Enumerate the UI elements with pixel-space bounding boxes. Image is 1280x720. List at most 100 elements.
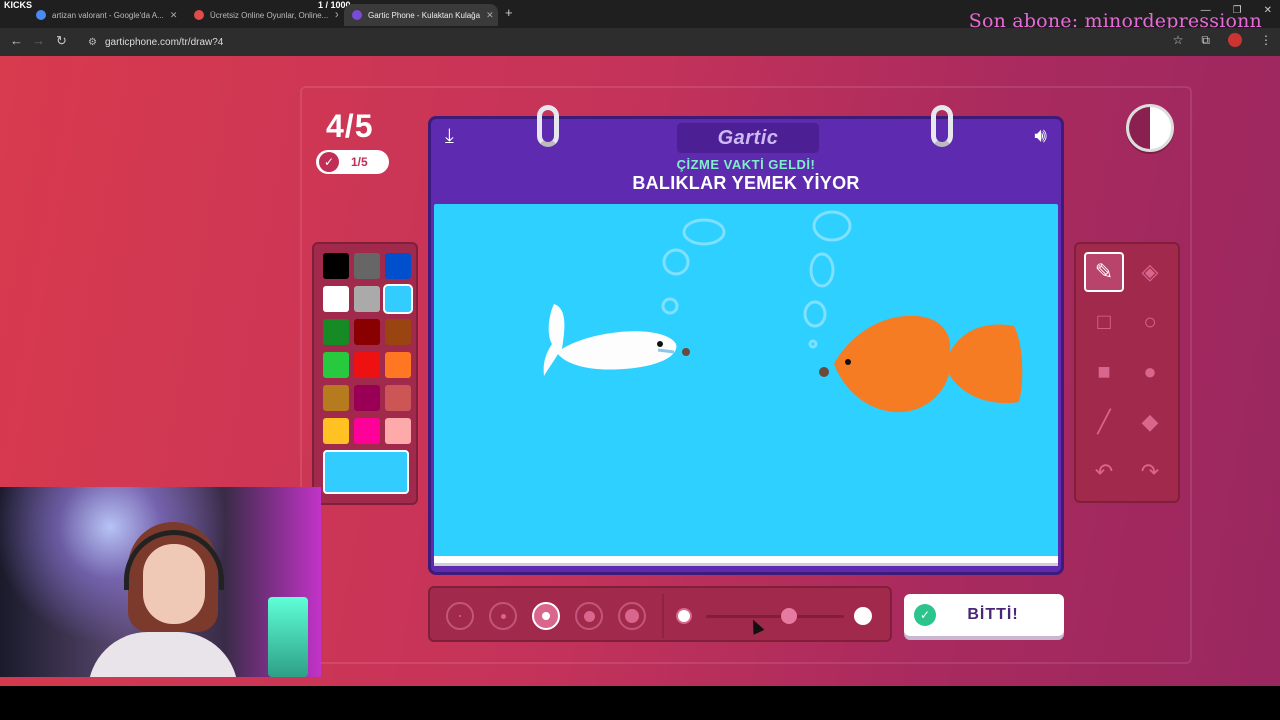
window-controls: — ❐ ✕ <box>1201 5 1272 16</box>
color-swatch[interactable] <box>323 352 349 378</box>
color-swatch[interactable] <box>323 253 349 279</box>
new-tab-icon[interactable]: + <box>505 5 513 20</box>
brush-size-option[interactable] <box>446 602 474 630</box>
close-icon[interactable]: ✕ <box>334 10 338 21</box>
ready-players-badge: ✓ 1/5 <box>316 150 389 174</box>
rectangle-filled-tool-button[interactable]: ■ <box>1084 352 1124 392</box>
pen-icon: ✎ <box>1094 259 1114 284</box>
tab-online-games[interactable]: Ücretsiz Online Oyunlar, Online... ✕ <box>186 4 338 26</box>
close-icon[interactable]: ✕ <box>170 10 178 21</box>
color-swatch[interactable] <box>383 284 413 314</box>
color-swatch[interactable] <box>323 418 349 444</box>
opacity-slider-handle[interactable] <box>780 608 797 624</box>
brush-size-option[interactable] <box>489 602 517 630</box>
timer-elapsed <box>1129 107 1150 149</box>
tab-gartic-phone[interactable]: Gartic Phone - Kulaktan Kulağa ✕ <box>344 4 498 26</box>
url-text: garticphone.com/tr/draw?4 <box>104 36 224 48</box>
close-icon[interactable]: ✕ <box>486 10 494 21</box>
tools-panel: ✎ ◈ □ ○ ■ ● ╱ ◆ ↶ ↷ <box>1074 242 1180 503</box>
check-icon: ✓ <box>319 152 339 172</box>
color-swatch[interactable] <box>385 385 411 411</box>
brush-size-option[interactable] <box>618 602 646 630</box>
webcam-lamp <box>268 597 308 677</box>
download-icon[interactable]: ⤓ <box>445 125 454 148</box>
opacity-min-icon <box>676 608 692 624</box>
profile-avatar[interactable] <box>1228 33 1242 47</box>
fill-bucket-tool-button[interactable]: ◆ <box>1130 402 1170 442</box>
browser-tab-bar: KICKS 1 / 1000 artizan valorant - Google… <box>0 0 1280 32</box>
redo-icon: ↷ <box>1140 459 1160 484</box>
color-swatch[interactable] <box>354 253 380 279</box>
restore-icon[interactable]: ❐ <box>1233 5 1242 16</box>
tab-label: Ücretsiz Online Oyunlar, Online... <box>210 10 329 20</box>
prompt-label: ÇİZME VAKTİ GELDİ! <box>676 157 816 172</box>
brush-controls <box>428 586 892 642</box>
eraser-icon: ◈ <box>1141 259 1159 284</box>
line-tool-button[interactable]: ╱ <box>1084 402 1124 442</box>
brush-dot-icon <box>459 615 461 617</box>
circle-outline-icon: ○ <box>1143 309 1157 334</box>
reload-icon[interactable]: ↻ <box>56 33 67 49</box>
minimize-icon[interactable]: — <box>1201 5 1211 16</box>
opacity-slider-track[interactable] <box>706 615 844 618</box>
undo-tool-button[interactable]: ↶ <box>1084 452 1124 492</box>
pen-tool-button[interactable]: ✎ <box>1084 252 1124 292</box>
color-swatch[interactable] <box>354 319 380 345</box>
tab-label: artizan valorant - Google'da A... <box>52 10 164 20</box>
close-window-icon[interactable]: ✕ <box>1264 5 1272 16</box>
site-info-icon[interactable]: ⚙ <box>88 37 97 48</box>
timer-clock <box>1126 104 1174 152</box>
divider <box>662 594 664 638</box>
webcam-overlay <box>0 487 321 677</box>
undo-icon: ↶ <box>1094 459 1114 484</box>
bookmark-star-icon[interactable]: ☆ <box>1173 33 1184 48</box>
brush-dot-icon <box>500 613 506 619</box>
binder-ring <box>931 105 953 147</box>
canvas-drawing <box>543 210 1023 413</box>
brush-dot-icon <box>625 609 639 623</box>
extensions-icon[interactable]: ⧉ <box>1201 33 1210 48</box>
brush-size-option[interactable] <box>575 602 603 630</box>
address-bar[interactable]: ⚙ garticphone.com/tr/draw?4 <box>80 31 1180 53</box>
google-favicon-icon <box>36 10 46 20</box>
rectangle-filled-icon: ■ <box>1097 359 1111 384</box>
volume-icon[interactable]: 🔊︎ <box>1034 125 1047 148</box>
color-swatch[interactable] <box>385 319 411 345</box>
color-swatch[interactable] <box>354 286 380 312</box>
rectangle-outline-tool-button[interactable]: □ <box>1084 302 1124 342</box>
color-swatch[interactable] <box>385 418 411 444</box>
current-color-preview <box>323 450 409 494</box>
color-swatch[interactable] <box>323 385 349 411</box>
redo-tool-button[interactable]: ↷ <box>1130 452 1170 492</box>
drawing-card: Gartic ⤓ 🔊︎ ÇİZME VAKTİ GELDİ! BALIKLAR … <box>428 105 1064 575</box>
color-swatch[interactable] <box>354 418 380 444</box>
color-swatch[interactable] <box>385 352 411 378</box>
round-counter: 4/5 <box>326 108 374 144</box>
circle-filled-tool-button[interactable]: ● <box>1130 352 1170 392</box>
color-swatch[interactable] <box>323 319 349 345</box>
line-icon: ╱ <box>1097 409 1111 434</box>
color-swatch[interactable] <box>354 385 380 411</box>
brush-dot-icon <box>542 612 550 620</box>
color-swatch[interactable] <box>323 286 349 312</box>
forward-icon[interactable]: → <box>32 33 45 48</box>
games-favicon-icon <box>194 10 204 20</box>
eraser-tool-button[interactable]: ◈ <box>1130 252 1170 292</box>
brush-size-option[interactable] <box>532 602 560 630</box>
brush-dot-icon <box>583 610 595 622</box>
streamer-figure <box>88 522 238 677</box>
done-button[interactable]: ✓ BİTTİ! <box>904 594 1064 636</box>
menu-kebab-icon[interactable]: ⋮ <box>1260 33 1272 48</box>
binder-ring <box>537 105 559 147</box>
done-button-label: BİTTİ! <box>967 606 1019 623</box>
color-swatch[interactable] <box>354 352 380 378</box>
drawing-canvas[interactable] <box>434 204 1058 558</box>
gartic-favicon-icon <box>352 10 362 20</box>
circle-outline-tool-button[interactable]: ○ <box>1130 302 1170 342</box>
bottom-strip <box>0 686 1280 720</box>
color-swatch[interactable] <box>385 253 411 279</box>
tab-google-search[interactable]: artizan valorant - Google'da A... ✕ <box>28 4 178 26</box>
prompt-text: BALIKLAR YEMEK YİYOR <box>632 173 860 193</box>
bubbles <box>661 210 852 349</box>
back-icon[interactable]: ← <box>10 33 23 48</box>
